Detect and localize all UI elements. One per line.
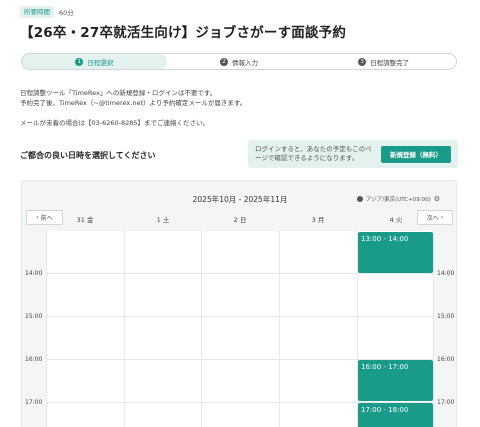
time-label-17-right: 17:00: [437, 399, 455, 406]
step-indicator: 1 日程選択 2 情報入力 3 日程調整完了: [21, 53, 457, 70]
time-slot-1700[interactable]: 17:00 - 18:00: [358, 403, 433, 427]
time-slot-1600[interactable]: 16:00 - 17:00: [358, 360, 433, 401]
step-3: 3 日程調整完了: [311, 54, 456, 69]
timezone-selector[interactable]: アジア/東京(UTC+09:00) ⚙: [356, 195, 440, 203]
globe-icon: [356, 196, 363, 202]
time-label-15-right: 15:00: [437, 313, 455, 320]
day-header-3: 2 日: [233, 216, 247, 224]
chevron-right-icon: ›: [440, 214, 444, 221]
register-button[interactable]: 新規登録（無料）: [381, 145, 451, 163]
time-label-16-left: 16:00: [25, 356, 43, 363]
timezone-label: アジア/東京(UTC+09:00): [365, 197, 431, 203]
time-label-14-right: 14:00: [437, 270, 455, 277]
calendar-grid: 13:00 - 14:00 16:00 - 17:00 17:00 - 18:0…: [46, 231, 434, 427]
time-label-16-right: 16:00: [437, 356, 455, 363]
day-header-5: 4 火: [389, 216, 403, 224]
info-line-3: メールが未着の場合は【03-6260-8285】までご連絡ください。: [20, 119, 210, 127]
info-line-1: 日程調整ツール「TimeRex」への新規登録・ログインは不要です。: [20, 89, 217, 97]
info-text: 日程調整ツール「TimeRex」への新規登録・ログインは不要です。 予約完了後、…: [20, 88, 246, 128]
calendar: 2025年10月 - 2025年11月 アジア/東京(UTC+09:00) ⚙ …: [21, 180, 457, 427]
day-header-4: 3 月: [311, 216, 325, 224]
time-label-15-left: 15:00: [25, 313, 43, 320]
info-line-2: 予約完了後、TimeRex（~@timerex.net）より予約確定メールが届き…: [20, 99, 247, 107]
step-3-label: 日程調整完了: [370, 58, 410, 67]
duration-row: 所要時間 60分: [20, 6, 74, 18]
chevron-left-icon: ‹: [36, 214, 39, 221]
step-1: 1 日程選択: [22, 54, 167, 69]
login-prompt: ログインすると、あなたの予定もこのページで確認できるようになります。 新規登録（…: [248, 140, 458, 168]
step-1-number: 1: [75, 57, 84, 66]
select-datetime-label: ご都合の良い日時を選択してください: [20, 151, 156, 160]
step-3-number: 3: [358, 57, 367, 66]
step-2: 2 情報入力: [167, 54, 312, 69]
time-label-14-left: 14:00: [25, 270, 43, 277]
day-header-1: 31 金: [76, 216, 94, 224]
step-2-label: 情報入力: [232, 58, 258, 67]
duration-badge: 所要時間: [20, 6, 54, 18]
day-header-2: 1 土: [156, 216, 170, 224]
duration-value: 60分: [59, 9, 74, 17]
time-slot-1300[interactable]: 13:00 - 14:00: [358, 232, 433, 273]
step-2-number: 2: [220, 57, 228, 66]
gear-icon[interactable]: ⚙: [434, 195, 440, 203]
page-title: 【26卒・27卒就活生向け】ジョブさがーす面談予約: [20, 25, 347, 41]
time-label-17-left: 17:00: [25, 399, 43, 406]
login-prompt-text: ログインすると、あなたの予定もこのページで確認できるようになります。: [255, 145, 372, 162]
step-1-label: 日程選択: [87, 58, 114, 67]
